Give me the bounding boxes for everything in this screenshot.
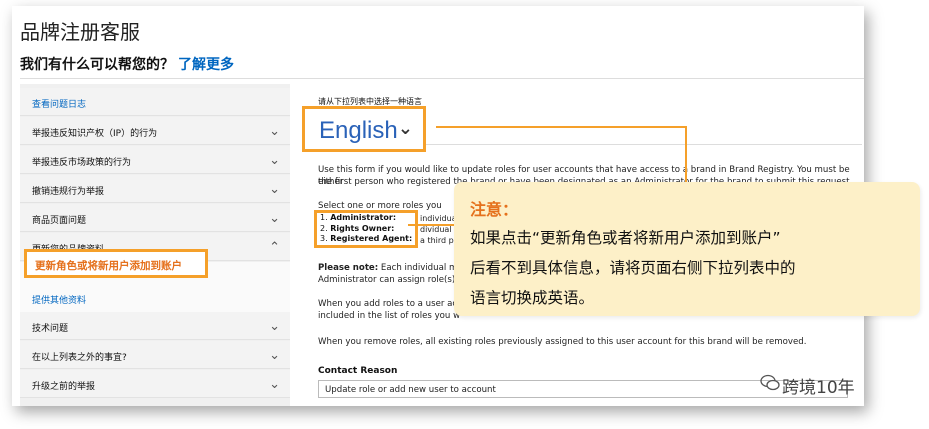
connector-line [436,126,686,128]
callout-note: 注意： 如果点击“更新角色或者将新用户添加到账户” 后看不到具体信息，请将页面右… [454,182,920,316]
help-question: 我们有什么可以帮您的？ 了解更多 [20,54,234,74]
learn-more-link[interactable]: 了解更多 [178,57,234,73]
please-note-text: Please note: Each individual mus [318,263,468,273]
sidebar-item-withdraw-report[interactable]: 撤销违规行为举报 ⌄ [20,175,290,203]
contact-reason-label: Contact Reason [318,366,398,376]
add-roles-line-1: When you add roles to a user acc [318,299,462,309]
sidebar-item-escalate[interactable]: 升级之前的举报 ⌄ [20,370,290,398]
sidebar-item-other-matters[interactable]: 在以上列表之外的事宜? ⌄ [20,341,290,369]
role-item: 2. Rights Owner: [320,223,395,233]
sidebar-item-label: 查看问题日志 [32,100,87,110]
chevron-down-icon: ⌄ [269,152,280,167]
sidebar-item-label: 举报违反市场政策的行为 [32,158,132,168]
note-line: 后看不到具体信息，请将页面右侧下拉列表中的 [470,259,796,277]
add-roles-line-2: included in the list of roles you w [318,311,461,321]
note-line: 如果点击“更新角色或者将新用户添加到账户” [470,229,781,247]
chevron-down-icon: ⌄ [269,347,280,362]
note-line: 语言切换成英语。 [470,289,595,307]
page-title: 品牌注册客服 [20,20,140,44]
sidebar-subitem-other-info[interactable]: 提供其他资料 [20,284,290,312]
watermark: 跨境10年 [782,378,855,398]
chevron-up-icon: ⌃ [269,239,280,254]
please-note-line-2: Administrator can assign role(s) f [318,275,461,285]
note-title: 注意： [470,200,519,219]
sidebar-item-label: 撤销违规行为举报 [32,187,105,197]
chevron-down-icon: ⌄ [397,118,413,138]
chevron-down-icon: ⌄ [269,318,280,333]
role-item: 3. Registered Agent: [320,234,413,243]
sidebar-item-technical[interactable]: 技术问题 ⌄ [20,312,290,340]
chevron-down-icon: ⌄ [269,123,280,138]
sidebar-item-label: 商品页面问题 [32,216,87,226]
sidebar-item-listing-issues[interactable]: 商品页面问题 ⌄ [20,204,290,232]
sidebar-item-report-ip[interactable]: 举报违反知识产权（IP）的行为 ⌄ [20,117,290,145]
contact-reason-value: Update role or add new user to account [325,385,496,395]
page: 品牌注册客服 我们有什么可以帮您的？ 了解更多 查看问题日志 举报违反知识产权（I… [0,0,929,429]
wechat-icon [760,374,780,391]
connector-line [685,126,687,182]
sidebar-item-label: 更新角色或将新用户添加到账户 [35,260,182,272]
sidebar: 查看问题日志 举报违反知识产权（IP）的行为 ⌄ 举报违反市场政策的行为 ⌄ 撤… [20,84,290,406]
sidebar-item-report-policy[interactable]: 举报违反市场政策的行为 ⌄ [20,146,290,174]
connector-line [408,224,454,226]
help-question-text: 我们有什么可以帮您的？ [20,57,174,73]
role-item: 1. Administrator: [320,213,397,222]
roles-list: 1. Administrator: 2. Rights Owner: 3. Re… [314,210,418,248]
chevron-down-icon: ⌄ [269,210,280,225]
language-value: English [319,117,398,144]
sidebar-item-label: 升级之前的举报 [32,382,96,392]
sidebar-item-label: 提供其他资料 [32,296,87,306]
sidebar-item-view-log[interactable]: 查看问题日志 [20,88,290,116]
divider [20,78,864,79]
language-select[interactable]: English ⌄ [302,106,426,152]
remove-roles-text: When you remove roles, all existing role… [318,337,807,347]
sidebar-item-update-roles-highlight[interactable]: 更新角色或将新用户添加到账户 [24,249,208,278]
sidebar-item-label: 举报违反知识产权（IP）的行为 [32,129,158,139]
chevron-down-icon: ⌄ [269,181,280,196]
chevron-down-icon: ⌄ [269,376,280,391]
sidebar-item-label: 在以上列表之外的事宜? [32,353,127,363]
sidebar-item-label: 技术问题 [32,324,69,334]
